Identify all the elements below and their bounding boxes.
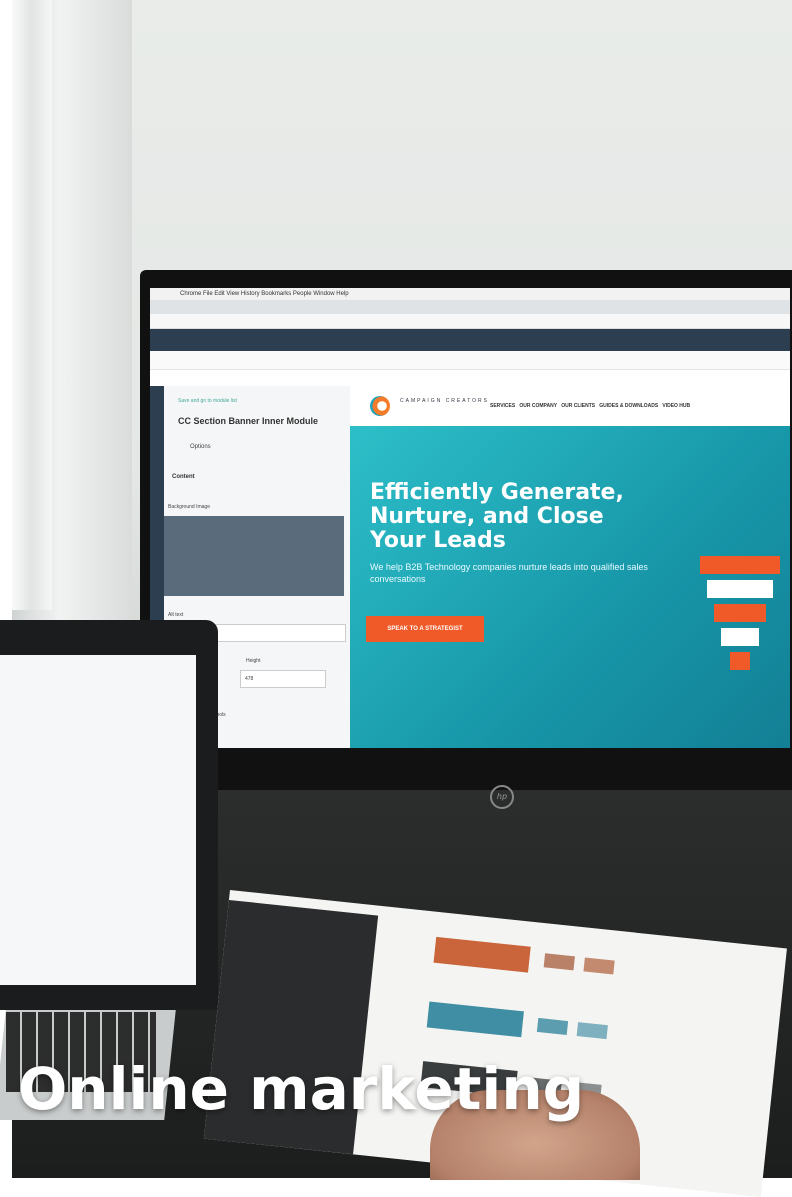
monitor-screen: Chrome File Edit View History Bookmarks …	[150, 288, 790, 748]
hero-subtext: We help B2B Technology companies nurture…	[370, 562, 648, 584]
color-swatch	[583, 957, 615, 975]
height-input: 478	[240, 670, 326, 688]
color-swatch	[536, 1017, 569, 1035]
browser-urlbar	[150, 314, 790, 329]
color-swatch	[576, 1022, 608, 1040]
site-nav: SERVICES OUR COMPANY OUR CLIENTS GUIDES …	[490, 403, 690, 409]
options-tab: Options	[190, 444, 211, 450]
color-swatch	[426, 1001, 524, 1038]
height-label: Height	[246, 658, 261, 664]
section-label: Save and go to module list	[178, 398, 237, 404]
cta-button: SPEAK TO A STRATEGIST	[366, 616, 484, 642]
funnel-graphic	[700, 556, 780, 696]
site-nav-item: OUR CLIENTS	[561, 403, 596, 409]
app-nav	[150, 329, 790, 351]
color-swatch	[543, 953, 575, 971]
hp-logo-icon: hp	[490, 785, 514, 809]
campaign-creators-logo-icon	[370, 396, 390, 416]
mac-menubar: Chrome File Edit View History Bookmarks …	[150, 288, 790, 300]
laptop-screen	[0, 655, 196, 985]
caption-title: Online marketing	[18, 1055, 585, 1123]
site-nav-item: VIDEO HUB	[662, 403, 691, 409]
editor-subnav	[150, 351, 790, 370]
content-heading: Content	[172, 474, 195, 480]
alt-text-label: Alt text	[168, 612, 184, 618]
background-image-label: Background Image	[168, 504, 210, 510]
hero-banner: Efficiently Generate, Nurture, and Close…	[350, 426, 790, 748]
browser-tabbar	[150, 300, 790, 314]
module-title: CC Section Banner Inner Module	[178, 416, 319, 426]
website-preview: CAMPAIGN CREATORS SERVICES OUR COMPANY O…	[350, 386, 790, 748]
color-swatch	[433, 936, 531, 973]
alt-text-input	[210, 624, 346, 642]
brand-name: CAMPAIGN CREATORS	[400, 398, 490, 404]
site-nav-item: SERVICES	[490, 403, 516, 409]
background-image-preview	[164, 516, 344, 596]
curtain	[12, 0, 52, 610]
site-header: CAMPAIGN CREATORS SERVICES OUR COMPANY O…	[350, 386, 790, 427]
hero-headline: Efficiently Generate, Nurture, and Close…	[370, 480, 624, 553]
site-nav-item: GUIDES & DOWNLOADS	[599, 403, 659, 409]
site-nav-item: OUR COMPANY	[519, 403, 558, 409]
